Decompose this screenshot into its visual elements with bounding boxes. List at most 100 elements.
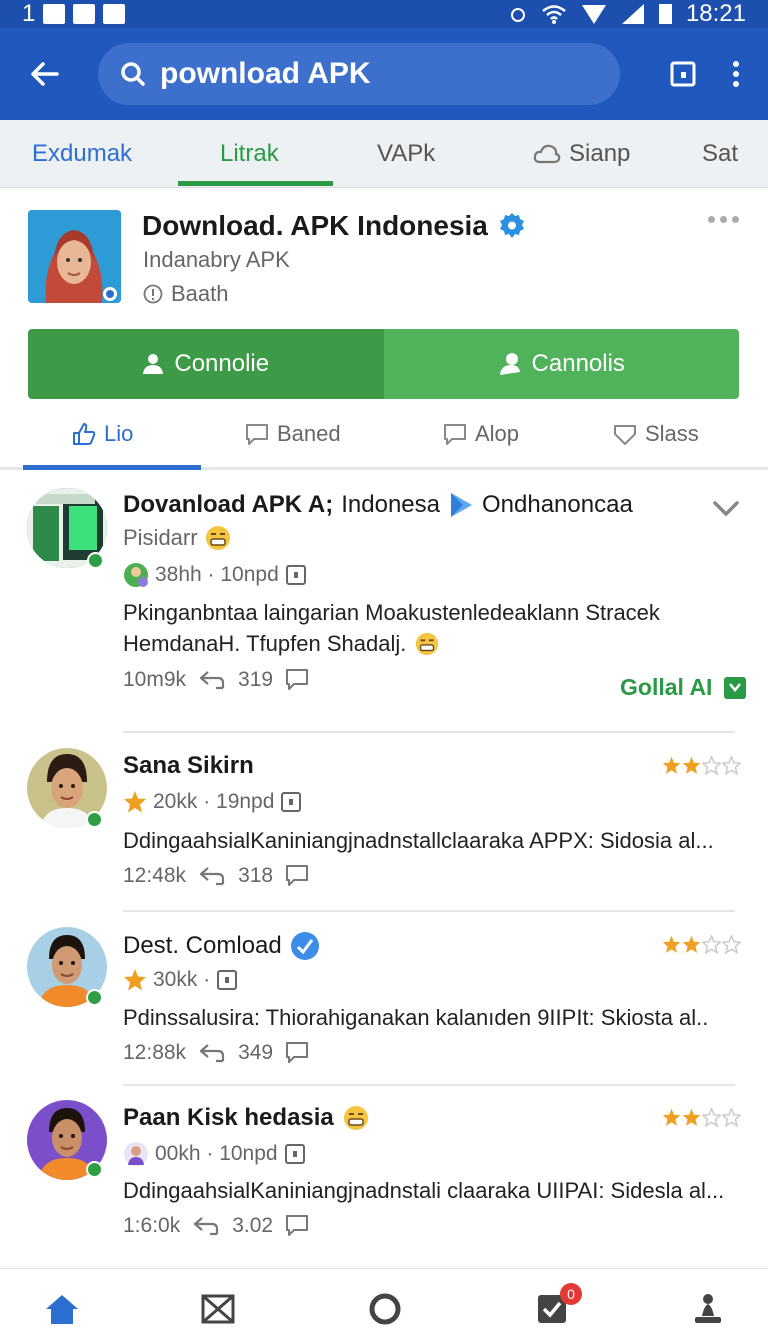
chevron-down-icon[interactable] [712,500,740,518]
subtab-slass-label: Slass [645,420,699,446]
post-repost-count: 318 [238,864,274,887]
repost-icon[interactable] [198,669,226,691]
post-meta-row: 38hh · 10npd [123,562,307,588]
status-left-text: 1 [22,0,36,27]
search-query: pownload APK [160,57,371,90]
subtab-alop-label: Alop [475,420,520,446]
post-body-line: DdingaahsialKaniniangjnadnstali claaraka… [123,1178,723,1203]
comment-icon [246,423,268,445]
post-body-line: Pkinganbntaa laingarian Moakustenledeakl… [123,600,660,625]
post-author-row: Sana Sikirn [123,752,254,780]
rating-stars [662,1108,741,1127]
follow-button[interactable]: Cannolis [383,329,739,399]
post-handle: Pisidarr [123,525,198,550]
post-body-line: DdingaahsialKaniniangjnadnstallclaaraka … [123,828,714,853]
grimace-emoji-icon [343,1106,368,1130]
grimace-emoji-icon [205,526,230,550]
cloud-icon [533,144,561,164]
online-status-icon [87,552,104,569]
active-subtab-indicator [23,465,201,470]
divider [123,910,735,912]
post-footer: 12:48k 318 [123,864,309,888]
avatar-small-icon [124,1142,148,1166]
sub-tabs: Lio Baned Alop Slass [0,400,768,470]
comment-icon[interactable] [285,864,309,888]
tab-vapk[interactable]: VAPk [377,120,435,188]
star-empty-icon [722,935,741,954]
comment-icon[interactable] [285,1214,309,1238]
profile-subtitle: Indanabry APK [143,247,290,272]
back-button[interactable] [20,50,68,98]
mail-icon [201,1294,235,1324]
connect-button[interactable]: Connolie [28,329,384,399]
thumbs-up-icon [73,422,96,445]
arrow-left-icon [31,62,59,86]
more-horiz-icon[interactable] [708,216,739,223]
rating-stars [662,935,741,954]
post-footer: 12:88k 349 [123,1041,309,1065]
profile-photo [28,210,121,303]
post-footer: 1:6:0k 3.02 [123,1214,309,1238]
status-time: 18:21 [685,0,746,27]
divider [123,731,735,733]
tab-sianp-label: Sianp [569,140,631,167]
gollal-ai-button[interactable]: Gollal AI [620,674,747,701]
post-author-row: Dest. Comload [123,931,320,961]
nav-home[interactable] [44,1291,80,1327]
square-icon [217,970,238,990]
nav-circle[interactable] [367,1291,403,1327]
profile-avatar[interactable] [28,210,121,303]
post-body: DdingaahsialKaniniangjnadnstali claaraka… [123,1175,723,1206]
post-body: DdingaahsialKaniniangjnadnstallclaaraka … [123,825,723,856]
info-icon [143,284,163,304]
post-repost-count: 319 [238,668,274,691]
home-icon [46,1295,78,1324]
subtab-baned[interactable]: Baned [245,400,341,467]
battery-icon [658,4,672,24]
person-icon [143,354,164,374]
more-vert-icon[interactable] [732,61,740,87]
star-empty-icon [702,935,721,954]
divider [123,1084,735,1086]
square-icon [281,792,302,812]
post-author-name: Paan Kisk hedasia [123,1104,334,1131]
verified-gear-icon [499,213,524,238]
star-filled-icon [662,756,681,774]
star-filled-icon [662,935,681,953]
comment-icon[interactable] [285,668,309,692]
profile-title: Download. APK Indonesia [142,210,488,241]
online-status-icon [86,989,103,1006]
online-status-icon [86,1161,103,1178]
comment-icon[interactable] [285,1041,309,1065]
post-meta: 20kk · 19npd [153,790,275,813]
repost-icon[interactable] [198,1042,226,1064]
subtab-alop[interactable]: Alop [443,400,519,467]
app-bar: pownload APK [0,28,768,120]
comment-icon [444,423,466,445]
tab-sianp[interactable]: Sianp [533,120,630,188]
subtab-lio[interactable]: Lio [72,400,133,467]
post-body: Pdinssalusira: Thiorahiganakan kalanıden… [123,1002,723,1033]
post-repost-count: 3.02 [232,1214,274,1237]
post-author-rest: Indonesa [341,491,440,518]
cellular-icon [621,4,644,24]
search-input[interactable]: pownload APK [98,43,620,105]
nav-messages[interactable] [200,1291,236,1327]
bookmark-icon[interactable] [670,61,696,87]
subtab-slass[interactable]: Slass [613,400,699,467]
nav-profile[interactable] [690,1291,726,1327]
status-bar: 1 18:21 [0,0,768,28]
post-meta-row: 00kh · 10npd [123,1141,306,1167]
active-tab-indicator [178,181,333,186]
repost-icon[interactable] [198,865,226,887]
post-time: 1:6:0k [123,1214,181,1237]
subtab-lio-label: Lio [104,420,134,446]
square-icon [284,1144,305,1164]
bottom-nav: 0 [0,1268,768,1344]
tab-litrak[interactable]: Litrak [220,120,279,188]
repost-icon[interactable] [192,1215,220,1237]
online-status-icon [86,811,103,828]
post-footer: 10m9k 319 [123,668,309,692]
tab-exdumak[interactable]: Exdumak [32,120,132,188]
tab-sat[interactable]: Sat [702,120,738,188]
